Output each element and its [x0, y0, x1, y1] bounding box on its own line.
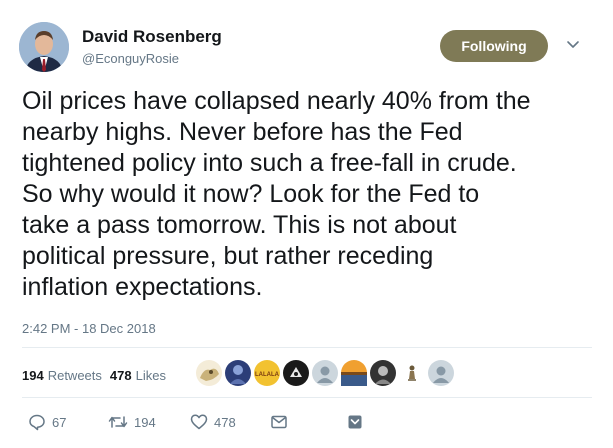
author-handle[interactable]: @EconguyRosie: [82, 51, 179, 66]
likes-stat[interactable]: 478 Likes: [110, 368, 166, 383]
likes-count: 478: [109, 368, 132, 383]
tweet-stats: 194 Retweets 478 Likes: [22, 368, 166, 383]
tweet-timestamp[interactable]: 2:42 PM - 18 Dec 2018: [22, 321, 156, 336]
black-white-avatar-icon: [370, 360, 396, 386]
retweet-count: 194: [134, 414, 156, 430]
chevron-down-icon[interactable]: [566, 38, 580, 52]
landscape-avatar-icon: [341, 360, 367, 386]
liker-avatar[interactable]: [370, 360, 396, 386]
lalala-avatar-icon: LALALA: [254, 360, 280, 386]
bookmark-action[interactable]: [346, 413, 364, 431]
reply-action[interactable]: 67: [28, 413, 108, 431]
tweet-actions: 67 194 478: [28, 413, 364, 431]
retweets-label: Retweets: [47, 368, 102, 383]
liker-avatar[interactable]: [399, 360, 425, 386]
retweet-action[interactable]: 194: [108, 413, 190, 431]
liker-avatar[interactable]: LALALA: [254, 360, 280, 386]
liker-avatar[interactable]: [283, 360, 309, 386]
message-action[interactable]: [270, 413, 346, 431]
tweet-text: Oil prices have collapsed nearly 40% fro…: [22, 87, 531, 301]
retweets-stat[interactable]: 194 Retweets: [22, 368, 102, 383]
liker-avatar[interactable]: [312, 360, 338, 386]
reply-count: 67: [52, 414, 67, 430]
author-name[interactable]: David Rosenberg: [82, 27, 222, 47]
divider: [22, 397, 592, 398]
following-button[interactable]: Following: [440, 30, 548, 62]
author-photo-icon: [19, 22, 69, 72]
figure-avatar-icon: [399, 360, 425, 386]
default-avatar-icon: [312, 360, 338, 386]
bookmark-icon: [348, 415, 362, 429]
cartoon-avatar-icon: [196, 360, 222, 386]
retweets-count: 194: [22, 368, 44, 383]
divider: [22, 347, 592, 348]
liker-avatar[interactable]: [225, 360, 251, 386]
like-count: 478: [214, 414, 236, 430]
svg-text:LALALA: LALALA: [255, 372, 280, 378]
author-avatar[interactable]: [19, 22, 69, 72]
liker-avatar[interactable]: [341, 360, 367, 386]
default-avatar-icon: [428, 360, 454, 386]
liker-avatar[interactable]: [428, 360, 454, 386]
reply-icon: [29, 414, 45, 431]
like-action[interactable]: 478: [190, 413, 270, 431]
heart-icon: [190, 414, 208, 430]
envelope-icon: [271, 415, 287, 429]
retweet-icon: [108, 416, 128, 428]
dark-photo-avatar-icon: [225, 360, 251, 386]
dark-avatar-icon: [283, 360, 309, 386]
liker-avatar[interactable]: [196, 360, 222, 386]
liker-avatars: LALALA: [196, 359, 454, 387]
likes-label: Likes: [135, 368, 166, 383]
